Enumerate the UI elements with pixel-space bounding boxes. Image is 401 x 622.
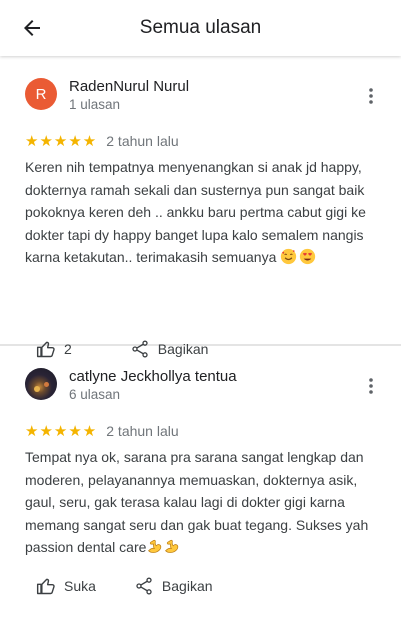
flexed-biceps-icon	[148, 539, 162, 553]
review-count: 6 ulasan	[69, 387, 121, 402]
star-rating: ★★★★★	[25, 133, 98, 150]
share-button[interactable]: Bagikan	[134, 576, 213, 596]
avatar-photo-detail	[34, 386, 40, 392]
more-options-icon[interactable]	[363, 86, 379, 106]
review-actions: Suka Bagikan	[36, 574, 213, 598]
review-card: catlyne Jeckhollya tentua 6 ulasan ★★★★★…	[0, 346, 401, 622]
review-card: R RadenNurul Nurul 1 ulasan ★★★★★ 2 tahu…	[0, 56, 401, 358]
like-label: Suka	[64, 578, 96, 594]
avatar-photo-detail	[44, 382, 49, 387]
reviewer-name[interactable]: RadenNurul Nurul	[69, 78, 189, 95]
review-date: 2 tahun lalu	[106, 133, 179, 149]
avatar[interactable]: R	[25, 78, 57, 110]
rating-row: ★★★★★ 2 tahun lalu	[25, 132, 179, 150]
star-rating: ★★★★★	[25, 423, 98, 440]
app-header: Semua ulasan	[0, 0, 401, 56]
share-label: Bagikan	[161, 578, 213, 594]
heart-eyes-icon	[300, 248, 316, 265]
more-options-icon[interactable]	[363, 376, 379, 396]
review-count: 1 ulasan	[69, 97, 121, 112]
avatar-letter: R	[35, 85, 47, 103]
review-body: Tempat nya ok, sarana pra sarana sangat …	[25, 449, 369, 555]
like-button[interactable]: Suka	[36, 576, 96, 596]
flexed-biceps-icon	[165, 539, 179, 553]
smiling-face-with-hearts-icon	[281, 248, 297, 265]
review-date: 2 tahun lalu	[106, 423, 179, 439]
review-text: Keren nih tempatnya menyenangkan si anak…	[25, 156, 379, 269]
page-title: Semua ulasan	[139, 17, 262, 38]
reviewer-name[interactable]: catlyne Jeckhollya tentua	[69, 368, 237, 385]
review-text: Tempat nya ok, sarana pra sarana sangat …	[25, 446, 379, 559]
thumb-up-icon	[36, 578, 55, 595]
share-icon	[136, 577, 152, 595]
avatar[interactable]	[25, 368, 57, 400]
rating-row: ★★★★★ 2 tahun lalu	[25, 422, 179, 440]
